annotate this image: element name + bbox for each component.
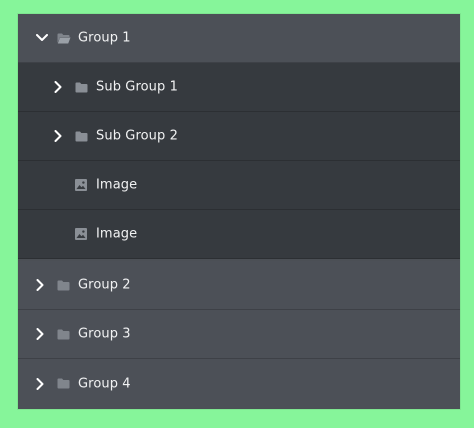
tree-row-sub-group-2[interactable]: Sub Group 2 <box>18 112 460 161</box>
image-icon <box>74 228 88 240</box>
tree-row-sub-group-1[interactable]: Sub Group 1 <box>18 63 460 112</box>
tree-row-group-2[interactable]: Group 2 <box>18 261 460 310</box>
folder-icon <box>56 378 70 390</box>
tree-row-label: Image <box>96 226 138 242</box>
tree-row-label: Group 3 <box>78 326 131 342</box>
chevron-right-icon[interactable] <box>34 328 46 340</box>
tree-row-group-3[interactable]: Group 3 <box>18 310 460 359</box>
tree-row-label: Group 2 <box>78 277 131 293</box>
folder-icon <box>56 279 70 291</box>
tree-row-label: Image <box>96 177 138 193</box>
tree-row-image[interactable]: Image <box>18 161 460 210</box>
folder-icon <box>74 81 88 93</box>
chevron-right-icon[interactable] <box>52 81 64 93</box>
chevron-right-icon[interactable] <box>52 130 64 142</box>
tree-row-label: Group 1 <box>78 30 131 46</box>
image-icon <box>74 179 88 191</box>
tree-row-label: Sub Group 2 <box>96 128 178 144</box>
tree-panel: Group 1 Sub Group 1 Sub Group 2 Image Im… <box>18 14 460 409</box>
chevron-down-icon[interactable] <box>36 32 48 44</box>
tree-row-group-1[interactable]: Group 1 <box>18 14 460 63</box>
tree-row-label: Sub Group 1 <box>96 79 178 95</box>
tree-row-label: Group 4 <box>78 376 131 391</box>
tree-row-group-4[interactable]: Group 4 <box>18 359 460 408</box>
chevron-right-icon[interactable] <box>34 279 46 291</box>
chevron-right-icon[interactable] <box>34 377 46 390</box>
folder-icon <box>74 130 88 142</box>
tree-row-image[interactable]: Image <box>18 210 460 259</box>
folder-open-icon <box>57 32 71 44</box>
folder-icon <box>56 328 70 340</box>
